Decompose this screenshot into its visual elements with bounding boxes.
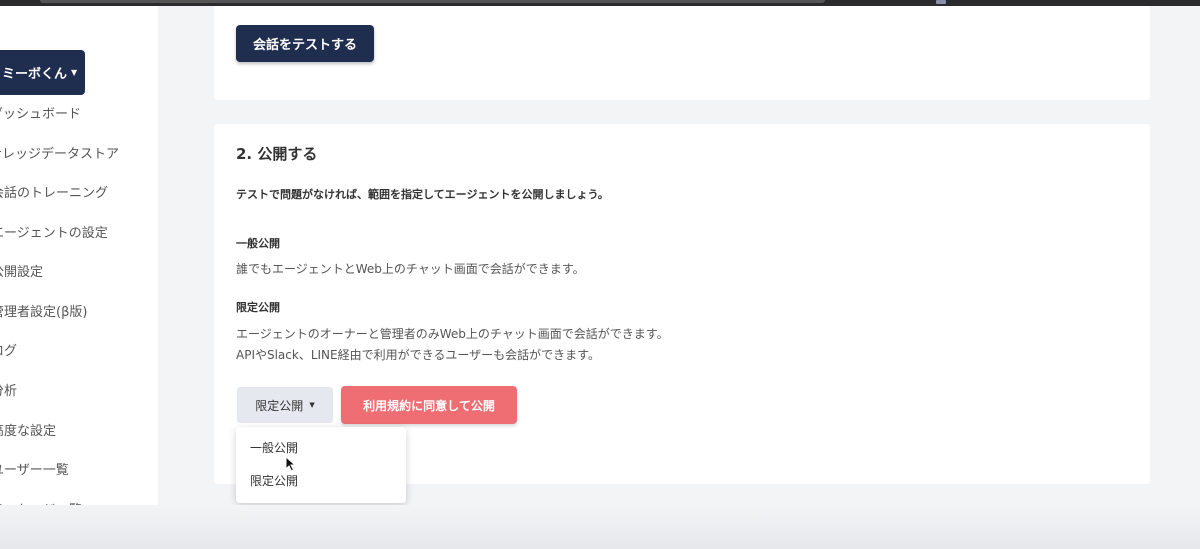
dropdown-option-general[interactable]: 一般公開	[250, 439, 298, 457]
visibility-dropdown[interactable]: 限定公開 ▼	[237, 387, 333, 423]
sidebar-item-admin-settings[interactable]: 管理者設定(β版)	[0, 303, 87, 323]
limited-title: 限定公開	[236, 301, 280, 314]
extension-icon[interactable]	[936, 0, 946, 4]
bot-name: ミーボくん	[2, 67, 68, 82]
sidebar-item-agent-settings[interactable]: エージェントの設定	[0, 224, 108, 244]
visibility-dropdown-menu: 一般公開 限定公開	[236, 427, 406, 503]
general-desc: 誰でもエージェントとWeb上のチャット画面で会話ができます。	[236, 262, 585, 276]
limited-desc-1: エージェントのオーナーと管理者のみWeb上のチャット画面で会話ができます。	[236, 327, 669, 341]
agree-and-publish-button[interactable]: 利用規約に同意して公開	[341, 386, 517, 424]
sidebar-item-analytics[interactable]: 分析	[0, 382, 17, 402]
caret-down-icon: ▼	[71, 68, 78, 77]
sidebar-item-advanced-settings[interactable]: 高度な設定	[0, 422, 56, 442]
sidebar-item-users[interactable]: ユーザー一覧	[0, 461, 69, 481]
test-conversation-button[interactable]: 会話をテストする	[236, 25, 374, 62]
bot-selector-button[interactable]: ミーボくん ▼	[0, 50, 85, 95]
limited-desc-2: APIやSlack、LINE経由で利用ができるユーザーも会話ができます。	[236, 348, 600, 362]
sidebar-item-messages[interactable]: メッセージ一覧	[0, 501, 82, 521]
sidebar-item-logs[interactable]: ログ	[0, 342, 17, 362]
mouse-cursor-icon	[285, 456, 297, 472]
sidebar-item-publish-settings[interactable]: 公開設定	[0, 263, 43, 283]
sidebar-item-knowledge-store[interactable]: ナレッジデータストア	[0, 145, 119, 165]
sidebar-item-training[interactable]: 会話のトレーニング	[0, 184, 108, 204]
dropdown-option-limited[interactable]: 限定公開	[250, 472, 298, 490]
address-bar[interactable]	[40, 0, 825, 3]
section-title: 2. 公開する	[236, 145, 318, 163]
sidebar: ミーボくん ▼ ダッシュボード ナレッジデータストア 会話のトレーニング エージ…	[0, 6, 158, 549]
general-title: 一般公開	[236, 237, 280, 250]
caret-down-icon: ▼	[309, 401, 315, 409]
dropdown-selected-value: 限定公開	[255, 398, 304, 413]
section-lead: テストで問題がなければ、範囲を指定してエージェントを公開しましょう。	[236, 188, 609, 201]
sidebar-item-dashboard[interactable]: ダッシュボード	[0, 105, 81, 125]
